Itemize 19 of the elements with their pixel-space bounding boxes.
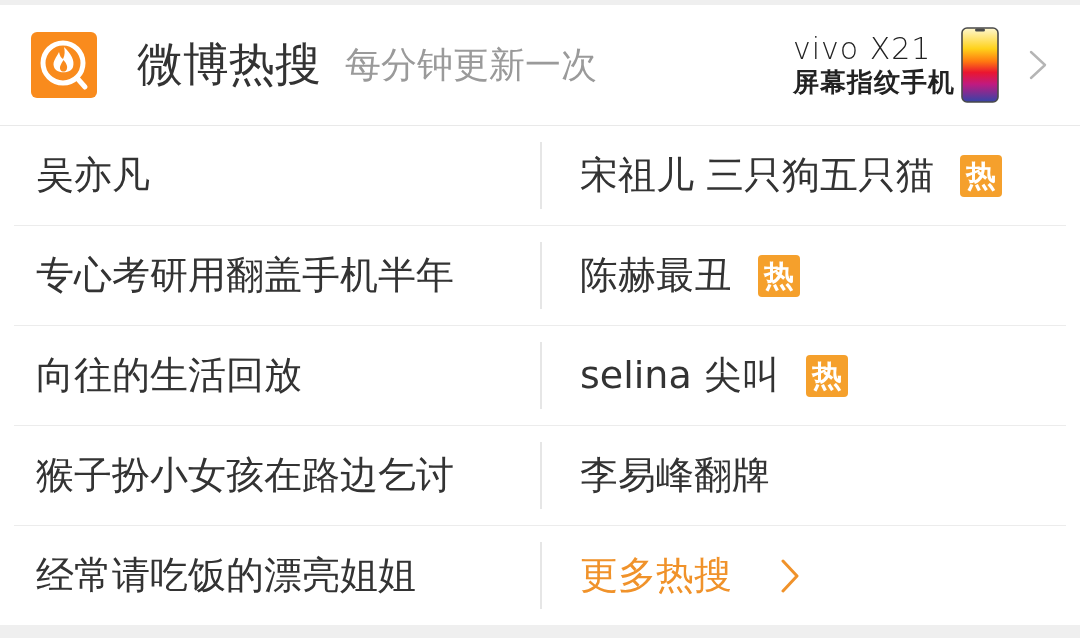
- ad-headline: vivo X21: [793, 32, 932, 66]
- topic-link[interactable]: 宋祖儿 三只狗五只猫 热: [580, 152, 1003, 199]
- topic-link[interactable]: selina 尖叫 热: [580, 352, 848, 399]
- topic-link[interactable]: 陈赫最丑 热: [580, 252, 800, 299]
- hot-badge: 热: [960, 154, 1003, 197]
- update-note: 每分钟更新一次: [345, 43, 597, 87]
- topic-link[interactable]: 吴亦凡: [36, 152, 150, 199]
- topic-link[interactable]: 专心考研用翻盖手机半年: [36, 252, 454, 299]
- topic-link[interactable]: 李易峰翻牌: [580, 452, 770, 499]
- panel-title: 微博热搜: [137, 37, 321, 93]
- flame-search-icon: [31, 32, 97, 98]
- topic-link[interactable]: 猴子扮小女孩在路边乞讨: [36, 452, 454, 499]
- hot-badge: 热: [758, 254, 800, 297]
- chevron-right-icon[interactable]: [1029, 50, 1047, 80]
- topic-link[interactable]: 经常请吃饭的漂亮姐姐: [36, 552, 416, 599]
- topic-link[interactable]: 向往的生活回放: [36, 352, 302, 399]
- ad-tagline: 屏幕指纹手机: [793, 66, 955, 98]
- hot-badge: 热: [805, 354, 848, 397]
- chevron-right-icon: [780, 558, 800, 593]
